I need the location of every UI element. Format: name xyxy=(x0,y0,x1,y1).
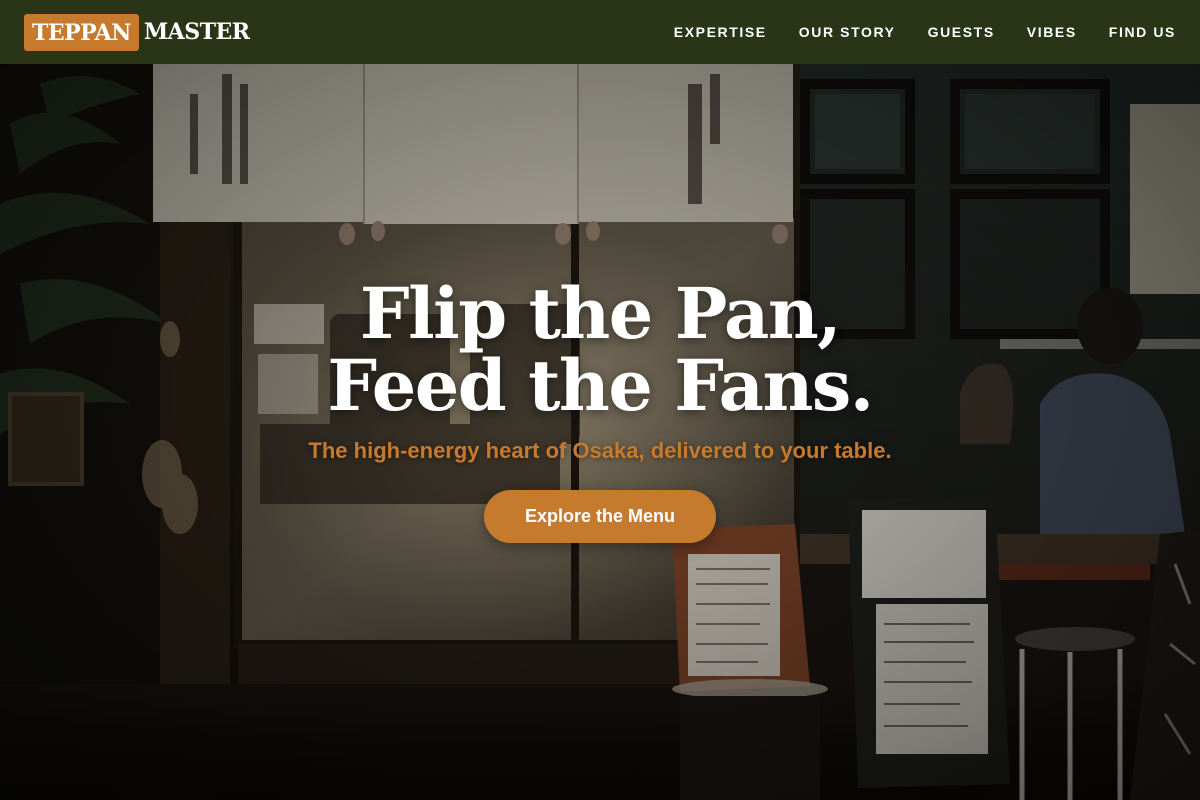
nav-link-find-us[interactable]: FIND US xyxy=(1109,24,1176,40)
nav-links: EXPERTISE OUR STORY GUESTS VIBES FIND US xyxy=(674,24,1176,40)
hero-headline-line2: Feed the Fans. xyxy=(327,344,874,427)
brand-logo-highlight: TEPPAN xyxy=(24,13,139,51)
hero-content: Flip the Pan, Feed the Fans. The high-en… xyxy=(0,64,1200,800)
brand-logo[interactable]: TEPPAN MASTER xyxy=(24,13,250,51)
hero-headline-line1: Flip the Pan, xyxy=(359,272,842,355)
hero-tagline: The high-energy heart of Osaka, delivere… xyxy=(308,438,892,463)
brand-logo-text: MASTER xyxy=(143,19,250,45)
nav-link-vibes[interactable]: VIBES xyxy=(1027,24,1077,40)
top-navbar: TEPPAN MASTER EXPERTISE OUR STORY GUESTS… xyxy=(0,0,1200,64)
explore-menu-button[interactable]: Explore the Menu xyxy=(484,490,716,543)
hero-section: Flip the Pan, Feed the Fans. The high-en… xyxy=(0,64,1200,800)
nav-link-expertise[interactable]: EXPERTISE xyxy=(674,24,767,40)
hero-headline: Flip the Pan, Feed the Fans. xyxy=(327,278,874,422)
nav-link-guests[interactable]: GUESTS xyxy=(928,24,995,40)
nav-link-our-story[interactable]: OUR STORY xyxy=(799,24,896,40)
